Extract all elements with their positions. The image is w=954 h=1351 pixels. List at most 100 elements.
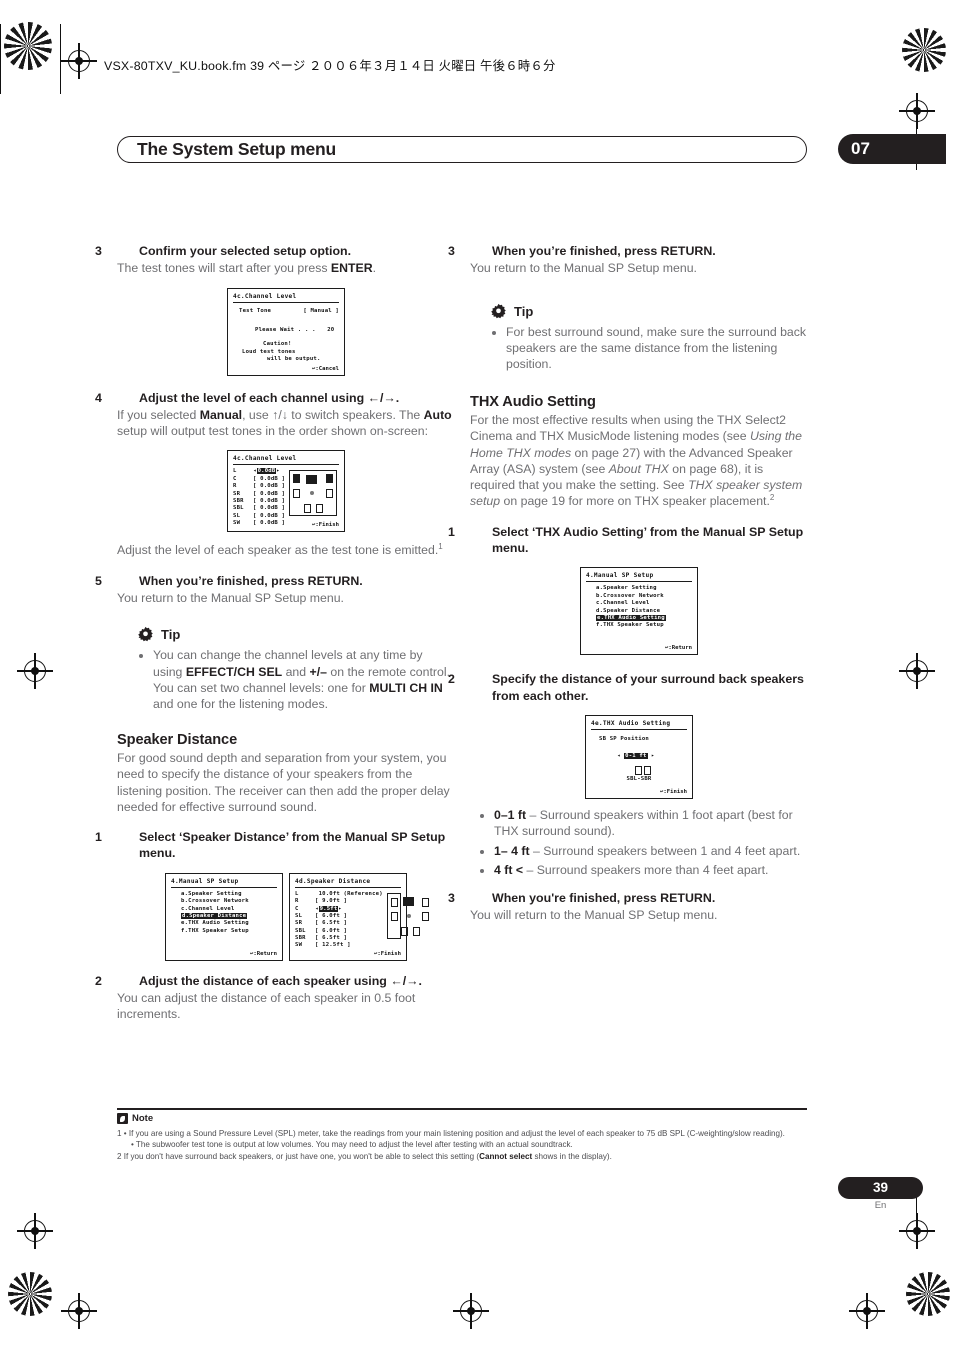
arrow-right-icon: ▸ bbox=[338, 905, 342, 912]
listening-position-icon bbox=[310, 491, 315, 496]
osd-footer-finish: ↩:Finish bbox=[312, 522, 339, 529]
osd-value-row[interactable]: SL [ 0.0dB ] bbox=[233, 513, 285, 520]
speaker-icon-sbl bbox=[635, 765, 642, 775]
osd-menu-item-label: f.THX Speaker Setup bbox=[596, 622, 664, 629]
right-step-3b: 3 When you're finished, press RETURN. You… bbox=[448, 890, 808, 924]
distance-option-item: 0–1 ft – Surround speakers within 1 foot… bbox=[494, 807, 808, 839]
osd-value-row[interactable]: SBR [ 6.5ft ] bbox=[295, 935, 383, 942]
osd-title: 4e.THX Audio Setting bbox=[591, 720, 687, 731]
distance-options-list: 0–1 ft – Surround speakers within 1 foot… bbox=[470, 807, 808, 878]
note-title: Note bbox=[132, 1113, 154, 1124]
right-step-3-body: You return to the Manual SP Setup menu. bbox=[470, 261, 697, 276]
osd-screen-test-tone: 4c.Channel Level Test Tone [ Manual ] Pl… bbox=[227, 287, 345, 376]
osd-menu-item[interactable]: b.Crossover Network bbox=[181, 898, 277, 905]
osd-channel-name: R bbox=[233, 483, 237, 490]
osd-value-row[interactable]: C ◂9.5ft▸ bbox=[295, 905, 383, 913]
osd-menu-item-label: d.Speaker Distance bbox=[596, 607, 661, 614]
osd-menu-item[interactable]: f.THX Speaker Setup bbox=[181, 928, 277, 935]
gear-icon bbox=[491, 303, 506, 318]
tip-list: For best surround sound, make sure the s… bbox=[470, 324, 808, 373]
speaker-icon-surround-back-left bbox=[400, 926, 408, 936]
note-1: 1 • If you are using a Sound Pressure Le… bbox=[117, 1129, 785, 1138]
osd-title: 4c.Channel Level bbox=[233, 293, 339, 303]
osd-menu-item-label: b.Crossover Network bbox=[596, 592, 664, 599]
tip-list: You can change the channel levels at any… bbox=[117, 647, 455, 712]
osd-menu-item[interactable]: b.Crossover Network bbox=[596, 593, 692, 600]
osd-value-row[interactable]: R [ 0.0dB ] bbox=[233, 483, 285, 490]
osd-menu-item-label: f.THX Speaker Setup bbox=[181, 927, 249, 934]
left-step-2-body: You can adjust the distance of each spea… bbox=[117, 991, 416, 1022]
osd-sb-sp-position-value-row: ◂ 0-1 ft ▸ bbox=[617, 752, 687, 760]
osd-channel-level-rows: L ◂0.0dB▸ C[ 0.0dB ] R[ 0.0dB ] SR[ 0.0dB ] S… bbox=[233, 468, 285, 527]
osd-value-row[interactable]: SW [ 12.5ft ] bbox=[295, 942, 383, 949]
osd-value: [ 0.0dB ] bbox=[253, 490, 286, 497]
footnote-marker-1: 1 bbox=[438, 542, 443, 552]
registration-circle-top-right bbox=[902, 28, 946, 72]
tip-label: Tip bbox=[514, 303, 534, 319]
right-step-3: 3 When you’re finished, press RETURN. You… bbox=[448, 243, 808, 277]
osd-value-row[interactable]: L 10.0ft (Reference) bbox=[295, 891, 383, 898]
osd-menu-item[interactable]: d.Speaker Distance bbox=[181, 912, 277, 920]
speaker-icon-center bbox=[306, 475, 318, 485]
left-step-4-body: If you selected Manual, use ↑/↓ to switc… bbox=[117, 407, 452, 439]
page-title: The System Setup menu bbox=[137, 139, 337, 159]
osd-menu-item-label: c.Channel Level bbox=[596, 600, 650, 607]
osd-value: [ 0.0dB ] bbox=[253, 512, 286, 519]
osd-value-row[interactable]: SW [ 0.0dB ] bbox=[233, 520, 285, 527]
crop-mark-header-rule bbox=[0, 24, 2, 94]
left-tip-block: Tip You can change the channel levels at… bbox=[117, 626, 455, 712]
tip-label: Tip bbox=[161, 627, 181, 643]
osd-speaker-distance-rows: L 10.0ft (Reference) R[ 9.0ft ] C ◂9.5ft▸ SL… bbox=[295, 891, 383, 950]
osd-sb-sp-position-label: SB SP Position bbox=[599, 736, 649, 743]
osd-screen-speaker-distance: 4d.Speaker Distance L 10.0ft (Reference)… bbox=[289, 872, 429, 961]
left-step-3-body: The test tones will start after you pres… bbox=[117, 261, 377, 276]
osd-menu-item[interactable]: a.Speaker Setting bbox=[596, 585, 692, 592]
osd-value-row[interactable]: SR [ 0.0dB ] bbox=[233, 491, 285, 498]
osd-value: 10.0ft (Reference) bbox=[315, 890, 383, 897]
osd-menu-item[interactable]: d.Speaker Distance bbox=[596, 608, 692, 615]
osd-footer-cancel: ↩:Cancel bbox=[312, 365, 339, 372]
registration-circle-bottom-left bbox=[8, 1272, 52, 1316]
osd-screen-channel-level: 4c.Channel Level L ◂0.0dB▸ C [ 0.0dB ] R [ 0.… bbox=[227, 450, 345, 533]
osd-value-row[interactable]: SBL [ 0.0dB ] bbox=[233, 505, 285, 512]
osd-value-row[interactable]: L ◂0.0dB▸ bbox=[233, 468, 285, 475]
osd-menu-item[interactable]: e.THX Audio Setting bbox=[596, 614, 692, 622]
osd-speaker-layout-diagram bbox=[289, 470, 338, 517]
osd-title: 4.Manual SP Setup bbox=[171, 878, 277, 888]
arrow-left-icon: ◂ bbox=[617, 752, 621, 759]
speaker-icon-surround-back-left bbox=[304, 504, 312, 514]
note-divider bbox=[117, 1108, 807, 1111]
tip-header: Tip bbox=[137, 626, 455, 643]
thx-step-1: 1 Select ‘THX Audio Setting’ from the Man… bbox=[448, 524, 808, 557]
osd-value-selected: 0.0dB bbox=[256, 468, 277, 475]
gear-icon bbox=[138, 627, 153, 642]
osd-channel-name: SR bbox=[233, 490, 241, 497]
osd-wait-row: Please Wait . . . 20 bbox=[255, 326, 335, 333]
osd-channel-name: SBR bbox=[295, 935, 306, 942]
osd-value-row[interactable]: SBR [ 0.0dB ] bbox=[233, 498, 285, 505]
osd-menu-item[interactable]: a.Speaker Setting bbox=[181, 891, 277, 898]
osd-menu-items: a.Speaker Setting b.Crossover Network c.Ch… bbox=[596, 585, 692, 629]
distance-option-desc: – Surround speakers more than 4 feet apa… bbox=[523, 862, 769, 877]
osd-speaker-layout-diagram bbox=[386, 892, 429, 939]
page-number-badge: 39 bbox=[838, 1177, 923, 1199]
registration-target-right-mid bbox=[899, 653, 935, 689]
osd-sb-sp-position-value: 0-1 ft bbox=[624, 752, 648, 759]
osd-value-row[interactable]: SL [ 6.0ft ] bbox=[295, 913, 383, 920]
osd-value-row[interactable]: R [ 9.0ft ] bbox=[295, 898, 383, 905]
speaker-distance-body: For good sound depth and separation from… bbox=[117, 751, 450, 814]
osd-channel-name: SR bbox=[295, 920, 303, 927]
osd-value-row[interactable]: C [ 0.0dB ] bbox=[233, 476, 285, 483]
speaker-icon-front-right bbox=[326, 474, 334, 484]
osd-menu-item[interactable]: c.Channel Level bbox=[596, 600, 692, 607]
osd-menu-item[interactable]: e.THX Audio Setting bbox=[181, 920, 277, 927]
osd-value-row[interactable]: SR [ 6.5ft ] bbox=[295, 920, 383, 927]
osd-value: [ 0.0dB ] bbox=[253, 520, 286, 527]
osd-menu-item-label: c.Channel Level bbox=[181, 905, 235, 912]
osd-menu-item[interactable]: f.THX Speaker Setup bbox=[596, 622, 692, 629]
osd-value-row[interactable]: SBL [ 6.0ft ] bbox=[295, 928, 383, 935]
osd-manual-sp-setup-thx-wrap: 4.Manual SP Setup a.Speaker Setting b.Cro… bbox=[470, 567, 808, 656]
osd-menu-item[interactable]: c.Channel Level bbox=[181, 906, 277, 913]
right-step-3-heading: 3 When you’re finished, press RETURN. bbox=[448, 244, 716, 258]
distance-option-term: 0–1 ft bbox=[494, 808, 527, 823]
